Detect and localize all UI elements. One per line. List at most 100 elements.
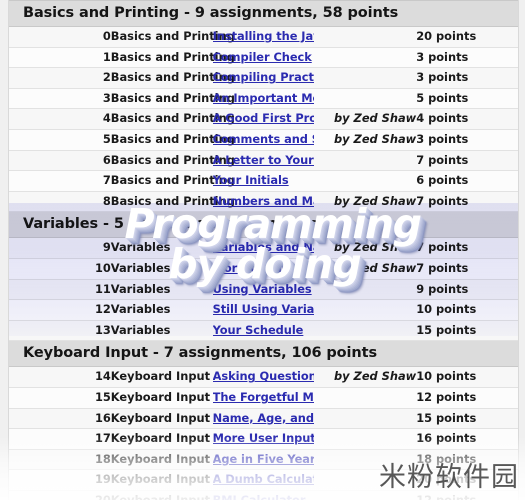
assignment-link[interactable]: Age in Five Years	[213, 452, 315, 466]
assignment-link[interactable]: Your Schedule	[213, 323, 304, 337]
row-title-cell: Still Using Variables	[212, 299, 315, 321]
row-index: 13	[9, 320, 111, 342]
row-title-cell: Compiling Practice	[212, 67, 315, 89]
row-author	[314, 170, 417, 192]
row-author	[314, 469, 417, 491]
row-index: 15	[9, 387, 111, 409]
assignment-link[interactable]: Using Variables	[213, 282, 312, 296]
table-row: 16Keyboard InputName, Age, and Salary 15 …	[9, 408, 518, 430]
assignment-link[interactable]: Numbers and Math	[213, 194, 315, 208]
row-category: Variables	[110, 320, 213, 342]
assignment-link[interactable]: The Forgetful Machine	[213, 390, 315, 404]
row-points: 6 points	[416, 170, 518, 192]
assignment-link[interactable]: Asking Questions	[213, 369, 315, 383]
row-author	[314, 490, 417, 500]
table-row: 6Basics and PrintingA Letter to Yourself…	[9, 150, 518, 172]
row-author	[314, 26, 417, 48]
table-row: 14 Keyboard Input Asking Questions by Zed S…	[9, 366, 518, 388]
row-points: 3 points	[416, 47, 518, 69]
row-author	[314, 387, 417, 409]
row-title-cell: Numbers and Math	[212, 191, 315, 213]
row-index: 1	[9, 47, 111, 69]
row-title-cell: Using Variables	[212, 279, 315, 301]
assignment-link[interactable]: More User Input of Data	[213, 431, 315, 445]
table-row: 9VariablesVariables and Namesby Zed Shaw…	[9, 237, 518, 259]
row-title-cell: A Dumb Calculator	[212, 469, 315, 491]
assignment-link[interactable]: Variables and Names	[213, 240, 315, 254]
row-points: 7 points	[416, 237, 518, 259]
row-category: Keyboard Input	[110, 428, 213, 450]
row-index: 4	[9, 108, 111, 130]
row-title-cell: Variables and Names	[212, 237, 315, 259]
row-index: 11	[9, 279, 111, 301]
assignment-link[interactable]: Comments and Slashes	[213, 132, 315, 146]
row-author	[314, 67, 417, 89]
row-points: 3 points	[416, 129, 518, 151]
row-points: 18 points	[416, 449, 518, 471]
assignment-link[interactable]: More Variables	[213, 261, 308, 275]
row-index: 10	[9, 258, 111, 280]
row-title-cell: A Letter to Yourself	[212, 150, 315, 172]
row-index: 7	[9, 170, 111, 192]
row-title-cell: Your Schedule	[212, 320, 315, 342]
row-title-cell: The Forgetful Machine	[212, 387, 315, 409]
row-points: 10 points	[416, 299, 518, 321]
row-points: 15 points	[416, 408, 518, 430]
row-category: Basics and Printing	[110, 26, 235, 48]
page-left-margin	[0, 0, 8, 500]
row-points: 4 points	[416, 108, 518, 130]
table-row: 0Basics and PrintingInstalling the Java …	[9, 26, 518, 48]
section-header-label: Basics and Printing - 9 assignments, 58 …	[9, 0, 518, 27]
row-category: Variables	[110, 299, 213, 321]
section-header-row: Keyboard Input - 7 assignments, 106 poin…	[9, 340, 518, 368]
row-index: 19	[9, 469, 111, 491]
row-points: 5 points	[416, 88, 518, 110]
row-title-cell: More User Input of Data	[212, 428, 315, 450]
row-author	[314, 428, 417, 450]
assignment-link[interactable]: Still Using Variables	[213, 302, 315, 316]
row-author	[314, 320, 417, 342]
assignment-link[interactable]: Installing the Java Development Kit (JDK…	[213, 29, 315, 43]
assignment-link[interactable]: Name, Age, and Salary	[213, 411, 315, 425]
assignment-link[interactable]: Compiling Practice	[213, 70, 315, 84]
row-points: 3 points	[416, 67, 518, 89]
table-row: 2Basics and PrintingCompiling Practice 3 …	[9, 67, 518, 89]
row-title-cell: Compiler Check	[212, 47, 315, 69]
row-author	[314, 150, 417, 172]
row-author: by Zed Shaw	[314, 366, 417, 388]
row-index: 20	[9, 490, 111, 500]
row-points: 10 points	[416, 366, 518, 388]
row-author: by Zed Shaw	[314, 258, 417, 280]
table-row: 18 Keyboard Input Age in Five Years 18 poin…	[9, 449, 518, 471]
row-index: 6	[9, 150, 111, 172]
row-category: Keyboard Input	[110, 469, 213, 491]
assignment-link[interactable]: BMI Calculator	[213, 493, 306, 500]
row-index: 5	[9, 129, 111, 151]
assignments-table: Basics and Printing - 9 assignments, 58 …	[9, 0, 518, 500]
table-row: 12VariablesStill Using Variables 10 point…	[9, 299, 518, 321]
assignment-link[interactable]: Compiler Check	[213, 50, 312, 64]
row-title-cell: Age in Five Years	[212, 449, 315, 471]
section-header-label: Keyboard Input - 7 assignments, 106 poin…	[9, 340, 518, 368]
table-row: 7 Basics and Printing Your Initials 6 point…	[9, 170, 518, 192]
row-category: Basics and Printing	[110, 88, 235, 110]
row-author	[314, 299, 417, 321]
row-category: Basics and Printing	[110, 150, 235, 172]
row-category: Keyboard Input	[110, 408, 213, 430]
row-category: Variables	[110, 258, 213, 280]
row-title-cell: BMI Calculator	[212, 490, 315, 500]
assignment-link[interactable]: An Important Message	[213, 91, 315, 105]
row-index: 3	[9, 88, 111, 110]
row-index: 14	[9, 366, 111, 388]
assignment-link[interactable]: A Letter to Yourself	[213, 153, 315, 167]
section-header-row: Variables - 5 assignments, 48 points	[9, 211, 518, 239]
assignment-link[interactable]: Your Initials	[213, 173, 289, 187]
table-row: 10 Variables More Variables by Zed Shaw 7 po…	[9, 258, 518, 280]
row-category: Basics and Printing	[110, 67, 235, 89]
assignment-link[interactable]: A Dumb Calculator	[213, 472, 315, 486]
row-points: 20 points	[416, 26, 518, 48]
assignment-link[interactable]: A Good First Program	[213, 111, 315, 125]
table-row: 11 Variables Using Variables 9 points	[9, 279, 518, 301]
row-title-cell: Asking Questions	[212, 366, 315, 388]
table-row: 20 Keyboard Input BMI Calculator 12 points	[9, 490, 518, 500]
